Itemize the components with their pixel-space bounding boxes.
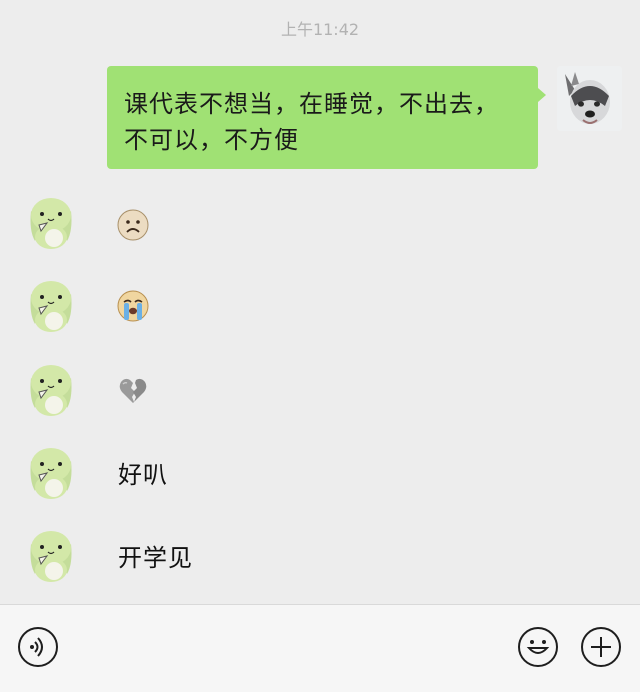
puppy-avatar-icon bbox=[25, 362, 77, 416]
emoji-button[interactable] bbox=[518, 627, 558, 667]
friend-message[interactable] bbox=[0, 278, 640, 338]
friend-message[interactable] bbox=[0, 362, 640, 422]
my-avatar[interactable] bbox=[557, 66, 622, 131]
friend-message[interactable]: 好叭 bbox=[0, 445, 640, 505]
voice-icon bbox=[30, 637, 43, 657]
chat-timestamp: 上午11:42 bbox=[280, 20, 360, 39]
friend-message-text: 好叭 bbox=[118, 461, 168, 489]
friend-message[interactable]: 开学见 bbox=[0, 528, 640, 588]
input-toolbar bbox=[0, 604, 640, 692]
more-button[interactable] bbox=[581, 627, 621, 667]
puppy-avatar-icon bbox=[25, 528, 77, 582]
voice-button[interactable] bbox=[18, 627, 58, 667]
puppy-avatar-icon bbox=[25, 195, 77, 249]
friend-avatar[interactable] bbox=[25, 362, 77, 416]
broken-heart-icon bbox=[117, 375, 149, 407]
friend-avatar[interactable] bbox=[25, 528, 77, 582]
frowning-face-icon bbox=[117, 209, 149, 241]
husky-avatar-icon bbox=[557, 66, 622, 131]
plus-icon bbox=[591, 637, 611, 657]
loudly-crying-face-icon bbox=[117, 290, 149, 322]
puppy-avatar-icon bbox=[25, 445, 77, 499]
emoji-icon bbox=[526, 640, 550, 654]
friend-message-text: 开学见 bbox=[118, 544, 193, 572]
friend-avatar[interactable] bbox=[25, 278, 77, 332]
puppy-avatar-icon bbox=[25, 278, 77, 332]
my-message-text: 课代表不想当，在睡觉，不出去，不可以，不方便 bbox=[124, 90, 499, 154]
my-message[interactable]: 课代表不想当，在睡觉，不出去，不可以，不方便 bbox=[107, 66, 546, 169]
friend-avatar[interactable] bbox=[25, 445, 77, 499]
friend-avatar[interactable] bbox=[25, 195, 77, 249]
my-message-bubble[interactable]: 课代表不想当，在睡觉，不出去，不可以，不方便 bbox=[107, 66, 546, 169]
friend-message[interactable] bbox=[0, 195, 640, 255]
